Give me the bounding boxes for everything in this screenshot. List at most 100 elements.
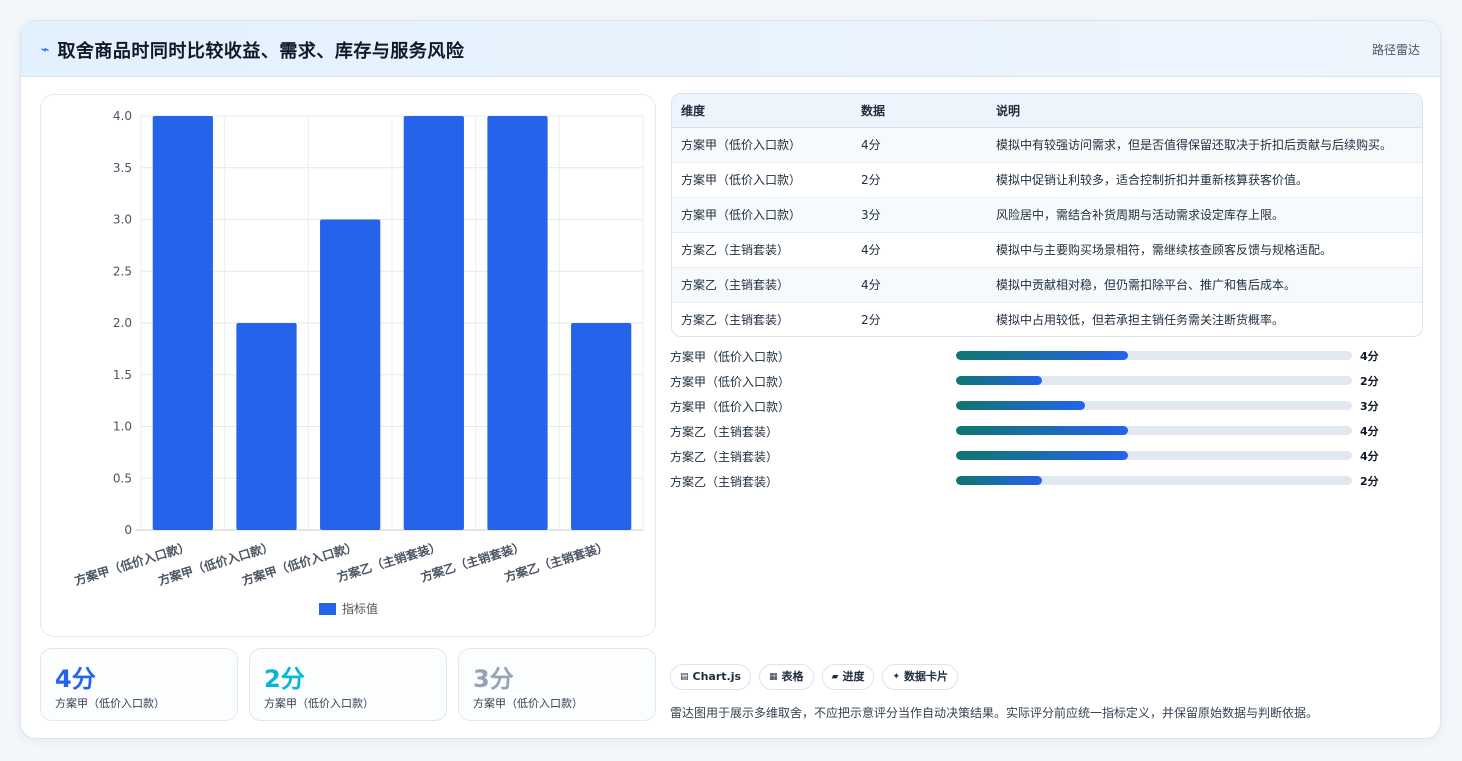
progress-icon: ▰ bbox=[831, 672, 839, 682]
bar bbox=[152, 116, 213, 530]
table-row: 方案乙（主销套装） 4分 模拟中与主要购买场景相符，需继续核查顾客反馈与规格适配… bbox=[672, 232, 1422, 268]
column-header-data: 数据 bbox=[852, 94, 987, 128]
legend-swatch bbox=[319, 603, 336, 615]
page-title: 取舍商品时同时比较收益、需求、库存与服务风险 bbox=[57, 41, 465, 62]
progress-value: 4分 bbox=[1360, 425, 1379, 438]
footnote: 雷达图用于展示多维取舍，不应把示意评分当作自动决策结果。实际评分前应统一指标定义… bbox=[670, 706, 1319, 720]
table-cell: 方案甲（低价入口款） bbox=[672, 197, 852, 233]
bar bbox=[320, 219, 381, 530]
chip-table[interactable]: ▦ 表格 bbox=[759, 664, 814, 690]
table-cell: 模拟中占用较低，但若承担主销任务需关注断货概率。 bbox=[987, 302, 1422, 336]
y-tick-label: 2.0 bbox=[113, 316, 132, 330]
table-cell: 风险居中，需结合补货周期与活动需求设定库存上限。 bbox=[987, 197, 1422, 233]
progress-row: 方案乙（主销套装） 4分 bbox=[670, 446, 1410, 471]
progress-list: 方案甲（低价入口款） 4分 方案甲（低价入口款） 2分 方案甲（低价入口款） 3分 方案乙（… bbox=[670, 346, 1410, 496]
progress-label: 方案乙（主销套装） bbox=[670, 475, 779, 489]
table-row: 方案甲（低价入口款） 4分 模拟中有较强访问需求，但是否值得保留还取决于折扣后贡… bbox=[672, 127, 1422, 163]
chip-chartjs[interactable]: ▤ Chart.js bbox=[670, 664, 752, 690]
progress-fill bbox=[956, 426, 1129, 435]
main-card: ⌁ 取舍商品时同时比较收益、需求、库存与服务风险 路径雷达 0 0.5 1.0 1.5… bbox=[20, 20, 1441, 739]
progress-fill bbox=[956, 476, 1043, 485]
stat-card-2: 2分 方案甲（低价入口款） bbox=[249, 648, 447, 721]
table-row: 方案乙（主销套装） 2分 模拟中占用较低，但若承担主销任务需关注断货概率。 bbox=[672, 302, 1422, 336]
y-tick-label: 4.0 bbox=[113, 109, 132, 123]
stat-value: 3分 bbox=[473, 665, 514, 693]
data-table: 维度 数据 说明 方案甲（低价入口款） 4分 模拟中有较强访问需求，但是否值得保… bbox=[671, 93, 1423, 337]
progress-fill bbox=[956, 376, 1043, 385]
progress-value: 4分 bbox=[1360, 350, 1379, 363]
stat-value: 2分 bbox=[264, 665, 305, 693]
y-tick-label: 2.5 bbox=[113, 264, 132, 278]
progress-value: 4分 bbox=[1360, 450, 1379, 463]
table-cell: 模拟中有较强访问需求，但是否值得保留还取决于折扣后贡献与后续购买。 bbox=[987, 127, 1422, 163]
bar bbox=[571, 323, 632, 530]
stat-card-1: 4分 方案甲（低价入口款） bbox=[40, 648, 238, 721]
chip-label: Chart.js bbox=[692, 670, 742, 683]
table-icon: ▦ bbox=[769, 672, 778, 682]
progress-track bbox=[956, 426, 1352, 435]
trend-icon: ⌁ bbox=[41, 42, 50, 58]
table-cell: 4分 bbox=[852, 232, 987, 268]
column-header-description: 说明 bbox=[987, 94, 1422, 128]
table-row: 方案甲（低价入口款） 3分 风险居中，需结合补货周期与活动需求设定库存上限。 bbox=[672, 197, 1422, 233]
table-cell: 方案甲（低价入口款） bbox=[672, 162, 852, 198]
progress-track bbox=[956, 351, 1352, 360]
table-cell: 3分 bbox=[852, 197, 987, 233]
table-cell: 方案甲（低价入口款） bbox=[672, 127, 852, 163]
table-cell: 方案乙（主销套装） bbox=[672, 302, 852, 336]
progress-fill bbox=[956, 351, 1129, 360]
table-row: 方案甲（低价入口款） 2分 模拟中促销让利较多，适合控制折扣并重新核算获客价值。 bbox=[672, 162, 1422, 198]
stat-label: 方案甲（低价入口款） bbox=[473, 697, 583, 710]
y-tick-label: 1.5 bbox=[113, 368, 132, 382]
header-badge: 路径雷达 bbox=[1371, 43, 1420, 57]
table-cell: 4分 bbox=[852, 267, 987, 303]
stat-value: 4分 bbox=[55, 665, 96, 693]
progress-track bbox=[956, 451, 1352, 460]
table-cell: 4分 bbox=[852, 127, 987, 163]
chip-label: 数据卡片 bbox=[904, 670, 949, 683]
progress-fill bbox=[956, 451, 1129, 460]
table-cell: 方案乙（主销套装） bbox=[672, 267, 852, 303]
chip-label: 表格 bbox=[781, 670, 804, 683]
chip-data-card[interactable]: ✦ 数据卡片 bbox=[882, 664, 959, 690]
progress-row: 方案甲（低价入口款） 3分 bbox=[670, 396, 1410, 421]
table-cell: 方案乙（主销套装） bbox=[672, 232, 852, 268]
chip-progress[interactable]: ▰ 进度 bbox=[821, 664, 875, 690]
progress-label: 方案甲（低价入口款） bbox=[670, 350, 791, 364]
progress-track bbox=[956, 476, 1352, 485]
progress-row: 方案乙（主销套装） 4分 bbox=[670, 421, 1410, 446]
table-cell: 模拟中与主要购买场景相符，需继续核查顾客反馈与规格适配。 bbox=[987, 232, 1422, 268]
progress-fill bbox=[956, 401, 1086, 410]
y-tick-label: 3.0 bbox=[113, 213, 132, 227]
progress-value: 3分 bbox=[1360, 400, 1379, 413]
bar bbox=[236, 323, 297, 530]
legend-label: 指标值 bbox=[342, 601, 378, 616]
progress-label: 方案甲（低价入口款） bbox=[670, 400, 791, 414]
table-row: 方案乙（主销套装） 4分 模拟中贡献相对稳，但仍需扣除平台、推广和售后成本。 bbox=[672, 267, 1422, 303]
progress-track bbox=[956, 401, 1352, 410]
stat-card-3: 3分 方案甲（低价入口款） bbox=[458, 648, 656, 721]
progress-row: 方案甲（低价入口款） 4分 bbox=[670, 346, 1410, 371]
bar bbox=[487, 116, 548, 530]
table-cell: 模拟中贡献相对稳，但仍需扣除平台、推广和售后成本。 bbox=[987, 267, 1422, 303]
header: ⌁ 取舍商品时同时比较收益、需求、库存与服务风险 路径雷达 bbox=[21, 21, 1440, 77]
y-tick-label: 0.5 bbox=[113, 471, 132, 485]
card-icon: ✦ bbox=[892, 672, 901, 682]
table-cell: 2分 bbox=[852, 302, 987, 336]
stat-label: 方案甲（低价入口款） bbox=[55, 697, 165, 710]
y-tick-label: 0 bbox=[124, 523, 132, 537]
chart-icon: ▤ bbox=[680, 672, 689, 682]
progress-row: 方案甲（低价入口款） 2分 bbox=[670, 371, 1410, 396]
stat-label: 方案甲（低价入口款） bbox=[264, 697, 374, 710]
progress-value: 2分 bbox=[1360, 375, 1379, 388]
y-tick-label: 3.5 bbox=[113, 161, 132, 175]
table-cell: 模拟中促销让利较多，适合控制折扣并重新核算获客价值。 bbox=[987, 162, 1422, 198]
column-header-dimension: 维度 bbox=[672, 94, 852, 128]
progress-row: 方案乙（主销套装） 2分 bbox=[670, 471, 1410, 496]
table-header-row: 维度 数据 说明 bbox=[672, 94, 1422, 128]
y-tick-label: 1.0 bbox=[113, 420, 132, 434]
table-cell: 2分 bbox=[852, 162, 987, 198]
progress-value: 2分 bbox=[1360, 475, 1379, 488]
progress-label: 方案乙（主销套装） bbox=[670, 425, 779, 439]
chip-label: 进度 bbox=[842, 670, 865, 683]
